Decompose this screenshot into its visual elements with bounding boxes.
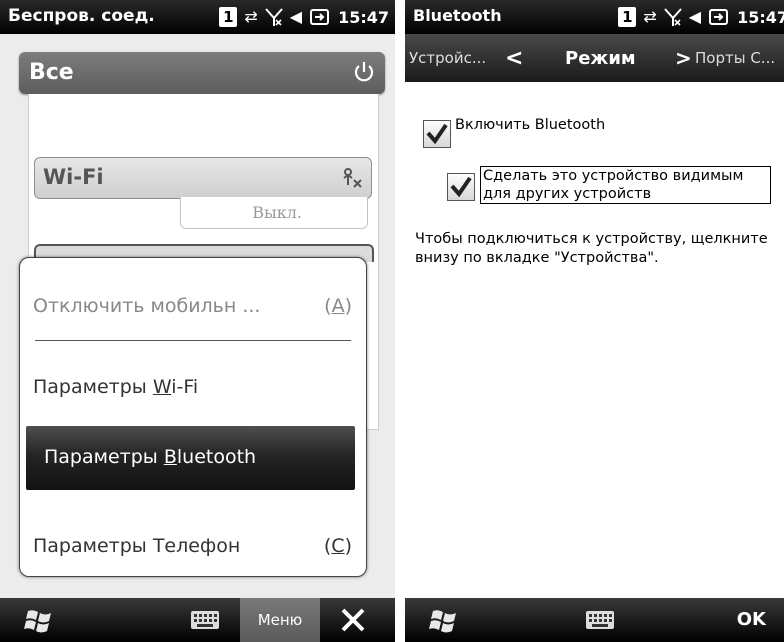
bluetooth-mode-page: Включить Bluetooth Сделать это устройств… — [405, 82, 784, 598]
menu-accelerator: (А) — [324, 295, 352, 317]
status-title: Беспров. соед. — [8, 6, 155, 26]
menu-item-bluetooth-settings[interactable]: Параметры Bluetooth — [26, 426, 355, 490]
tab-bar: Устройс... < Режим > Порты С... — [405, 34, 784, 82]
menu-separator — [35, 340, 351, 341]
enable-bluetooth-label[interactable]: Включить Bluetooth — [455, 117, 605, 133]
ok-softkey[interactable]: OK — [737, 609, 766, 630]
data-connection-icon: ⇄ — [643, 7, 657, 26]
chevron-left-icon[interactable]: < — [505, 46, 523, 71]
screen-divider — [395, 0, 405, 642]
make-visible-checkbox[interactable] — [447, 173, 475, 201]
volume-icon: ◀ — [289, 7, 303, 26]
data-connection-icon: ⇄ — [244, 7, 258, 26]
tab-devices[interactable]: Устройс... — [409, 49, 486, 67]
context-menu: Отключить мобильн ... (А) Параметры Wi-F… — [19, 257, 367, 577]
tab-mode[interactable]: Режим — [565, 48, 636, 69]
wifi-label: Wi-Fi — [43, 165, 104, 189]
tab-com-ports[interactable]: Порты С... — [695, 49, 775, 67]
clock: 15:47 — [338, 7, 389, 27]
left-screen: Беспров. соед. 1 ⇄ ◀ 15:47 Все Wi-Fi Вык… — [0, 0, 395, 642]
status-bar: Bluetooth 1 ⇄ ◀ 15:47 — [405, 0, 784, 34]
wifi-status: Выкл. — [180, 197, 368, 229]
status-icons: 1 ⇄ ◀ 15:47 — [618, 5, 784, 29]
windows-start-icon[interactable] — [429, 607, 459, 633]
checkmark-icon — [450, 176, 472, 198]
keyboard-icon[interactable] — [585, 610, 615, 630]
keyboard-icon[interactable] — [190, 610, 220, 630]
power-icon[interactable] — [353, 61, 375, 83]
status-title: Bluetooth — [413, 6, 502, 25]
right-screen: Bluetooth 1 ⇄ ◀ 15:47 Устройс... < Режим… — [405, 0, 784, 642]
menu-item-label: Параметры Bluetooth — [44, 446, 257, 468]
checkmark-icon — [426, 123, 448, 145]
menu-accelerator: (С) — [323, 535, 352, 557]
sim-badge: 1 — [618, 7, 637, 27]
wifi-off-icon — [343, 168, 362, 188]
status-icons: 1 ⇄ ◀ 15:47 — [219, 5, 389, 29]
menu-item-disable-mobile[interactable]: Отключить мобильн ... (А) — [20, 278, 366, 338]
no-signal-icon — [664, 7, 682, 27]
menu-item-label: Параметры Wi-Fi — [33, 376, 199, 398]
menu-item-label: Отключить мобильн ... — [33, 295, 261, 317]
clock: 15:47 — [737, 7, 784, 27]
battery-charging-icon — [309, 8, 331, 26]
menu-item-wifi-settings[interactable]: Параметры Wi-Fi — [20, 359, 366, 419]
sim-badge: 1 — [219, 7, 238, 27]
status-bar: Беспров. соед. 1 ⇄ ◀ 15:47 — [0, 0, 395, 34]
make-visible-label[interactable]: Сделать это устройство видимым для други… — [480, 166, 771, 204]
wifi-row[interactable]: Wi-Fi — [34, 157, 372, 199]
enable-bluetooth-checkbox[interactable] — [423, 120, 451, 148]
close-icon[interactable] — [338, 605, 368, 635]
no-signal-icon — [265, 7, 283, 27]
menu-item-label: Параметры Телефон — [33, 535, 241, 557]
soft-key-bar: Меню — [0, 598, 395, 642]
volume-icon: ◀ — [688, 7, 702, 26]
battery-charging-icon — [708, 8, 730, 26]
group-all-header[interactable]: Все — [19, 52, 385, 94]
chevron-right-icon[interactable]: > — [675, 46, 692, 70]
menu-softkey[interactable]: Меню — [240, 598, 320, 642]
windows-start-icon[interactable] — [24, 607, 54, 633]
hint-text: Чтобы подключиться к устройству, щелкнит… — [415, 231, 768, 266]
menu-item-phone-settings[interactable]: Параметры Телефон (С) — [20, 518, 366, 578]
group-all-label: Все — [29, 60, 74, 85]
soft-key-bar: OK — [405, 598, 784, 642]
